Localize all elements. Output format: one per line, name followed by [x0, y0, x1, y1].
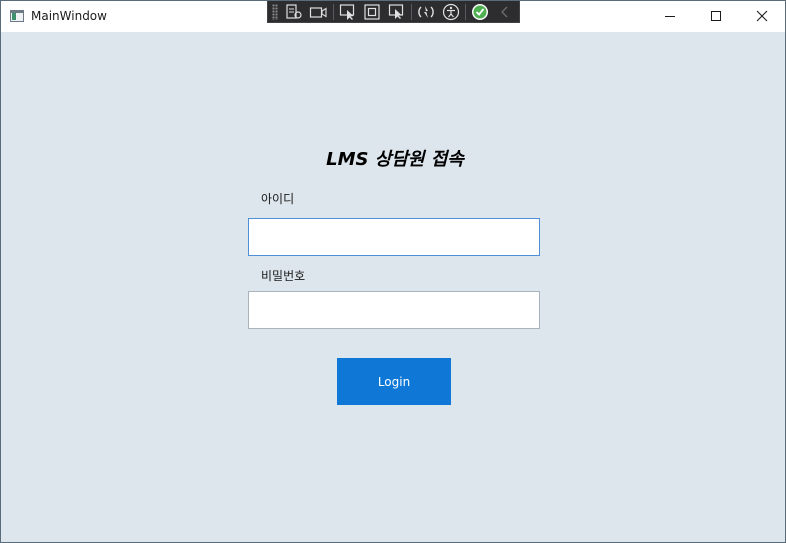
main-window: MainWindow LMS 상담원 접속 아이디 비밀번호 Login: [0, 0, 786, 543]
toolbar-separator: [332, 3, 334, 20]
display-layout-adorners-button[interactable]: [362, 2, 383, 22]
accessibility-checker-button[interactable]: [441, 2, 462, 22]
login-heading: LMS 상담원 접속: [326, 149, 464, 170]
toolbar-separator: [411, 3, 413, 20]
select-element-icon: [339, 3, 354, 20]
track-focused-element-button[interactable]: [387, 2, 408, 22]
collapse-toolbar-button[interactable]: [495, 2, 516, 22]
minimize-button[interactable]: [647, 1, 693, 31]
binding-status-button[interactable]: [470, 2, 491, 22]
close-icon: [756, 10, 768, 22]
live-visual-tree-icon: [286, 3, 302, 19]
toolbar-separator: [465, 3, 467, 20]
maximize-button[interactable]: [693, 1, 739, 31]
toolbar-grip[interactable]: [272, 3, 278, 20]
password-label: 비밀번호: [261, 269, 306, 283]
check-icon: [472, 3, 489, 20]
accessibility-icon: [442, 3, 459, 20]
close-button[interactable]: [739, 1, 785, 31]
live-visual-tree-button[interactable]: [284, 2, 305, 22]
login-button[interactable]: Login: [337, 358, 451, 405]
maximize-icon: [711, 11, 721, 21]
hot-reload-icon: [418, 5, 435, 18]
record-icon: [310, 6, 327, 18]
window-title: MainWindow: [31, 9, 107, 23]
id-label: 아이디: [261, 192, 295, 206]
record-button[interactable]: [308, 2, 329, 22]
collapse-chevron-icon: [500, 6, 508, 17]
id-input[interactable]: [248, 218, 540, 256]
app-icon: [10, 10, 24, 22]
client-area: LMS 상담원 접속 아이디 비밀번호 Login: [1, 32, 785, 542]
password-input[interactable]: [248, 291, 540, 329]
track-focused-element-icon: [388, 3, 403, 19]
hot-reload-button[interactable]: [416, 2, 437, 22]
select-element-button[interactable]: [338, 2, 359, 22]
debug-toolbar: [267, 1, 520, 23]
minimize-icon: [665, 16, 675, 17]
display-layout-adorners-icon: [364, 3, 380, 20]
